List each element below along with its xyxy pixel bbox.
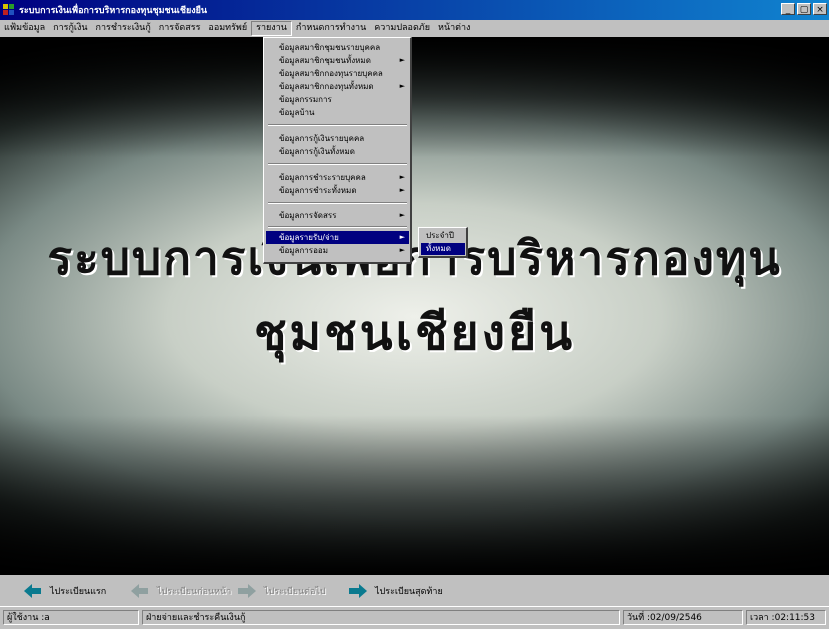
report-item-label: ข้อมูลกรรมการ: [279, 95, 332, 104]
report-item-loan-individual[interactable]: ข้อมูลการกู้เงินรายบุคคล: [266, 132, 409, 145]
arrow-right-icon: [238, 584, 256, 598]
main-canvas: ระบบการเงินเพื่อการบริหารกองทุน ชุมชนเชี…: [0, 37, 829, 575]
menu-separator: [268, 202, 407, 204]
menu-security[interactable]: ความปลอดภัย: [370, 21, 434, 36]
submenu-arrow-icon: ►: [399, 246, 405, 254]
title-bar: ระบบการเงินเพื่อการบริหารกองทุนชุมชนเชีย…: [0, 0, 829, 20]
submenu-arrow-icon: ►: [399, 82, 405, 90]
canvas-shade-top: [0, 37, 829, 157]
report-item-label: ข้อมูลสมาชิกกองทุนทั้งหมด: [279, 82, 374, 91]
submenu-arrow-icon: ►: [399, 186, 405, 194]
first-record-label: ไประเบียนแรก: [50, 587, 107, 597]
income-expense-submenu: ประจำปี ทั้งหมด: [418, 227, 468, 258]
report-item-house[interactable]: ข้อมูลบ้าน: [266, 106, 409, 119]
report-item-loan-all[interactable]: ข้อมูลการกู้เงินทั้งหมด: [266, 145, 409, 158]
canvas-shade-bottom: [0, 415, 829, 575]
last-record-label: ไประเบียนสุดท้าย: [375, 587, 443, 597]
report-item-fund-member-individual[interactable]: ข้อมูลสมาชิกกองทุนรายบุคคล: [266, 67, 409, 80]
report-item-label: ข้อมูลสมาชิกกองทุนรายบุคคล: [279, 69, 383, 78]
report-item-community-member-individual[interactable]: ข้อมูลสมาชิกชุมชนรายบุคคล: [266, 41, 409, 54]
report-item-allocation[interactable]: ข้อมูลการจัดสรร ►: [266, 209, 409, 222]
next-record-label: ไประเบียนต่อไป: [264, 587, 326, 597]
menu-repayment[interactable]: การชำระเงินกู้: [92, 21, 155, 36]
maximize-button[interactable]: ▢: [797, 3, 811, 15]
previous-record-button[interactable]: ไประเบียนก่อนหน้า: [131, 581, 231, 601]
report-item-payment-individual[interactable]: ข้อมูลการชำระรายบุคคล ►: [266, 171, 409, 184]
app-icon[interactable]: [3, 4, 15, 16]
arrow-left-icon: [131, 584, 149, 598]
report-item-community-member-all[interactable]: ข้อมูลสมาชิกชุมชนทั้งหมด ►: [266, 54, 409, 67]
submenu-arrow-icon: ►: [399, 56, 405, 64]
minimize-button[interactable]: _: [781, 3, 795, 15]
menu-schedule[interactable]: กำหนดการทำงาน: [292, 21, 370, 36]
banner-title-line2: ชุมชนเชียงยืน: [253, 305, 576, 361]
menu-file[interactable]: แฟ้มข้อมูล: [0, 21, 49, 36]
report-item-label: ข้อมูลการกู้เงินรายบุคคล: [279, 134, 365, 143]
menu-allocation[interactable]: การจัดสรร: [155, 21, 205, 36]
window-title: ระบบการเงินเพื่อการบริหารกองทุนชุมชนเชีย…: [19, 6, 208, 16]
report-item-label: ข้อมูลการกู้เงินทั้งหมด: [279, 147, 355, 156]
submenu-arrow-icon: ►: [399, 211, 405, 219]
menu-savings[interactable]: ออมทรัพย์: [204, 21, 251, 36]
menu-window[interactable]: หน้าต่าง: [434, 21, 474, 36]
report-item-label: ข้อมูลการจัดสรร: [279, 211, 337, 220]
last-record-button[interactable]: ไประเบียนสุดท้าย: [349, 581, 443, 601]
first-record-button[interactable]: ไประเบียนแรก: [24, 581, 106, 601]
report-item-label: ข้อมูลการชำระทั้งหมด: [279, 186, 357, 195]
submenu-item-annual[interactable]: ประจำปี: [421, 230, 465, 242]
submenu-arrow-icon: ►: [399, 173, 405, 181]
report-item-label: ข้อมูลการออม: [279, 246, 328, 255]
status-time: เวลา :02:11:53: [746, 610, 826, 625]
status-module: ฝ่ายจ่ายและชำระคืนเงินกู้: [142, 610, 620, 625]
status-date: วันที่ :02/09/2546: [623, 610, 743, 625]
report-item-payment-all[interactable]: ข้อมูลการชำระทั้งหมด ►: [266, 184, 409, 197]
submenu-arrow-icon: ►: [399, 233, 405, 241]
report-item-label: ข้อมูลรายรับ/จ่าย: [279, 233, 339, 242]
next-record-button[interactable]: ไประเบียนต่อไป: [238, 581, 326, 601]
record-navigation-bar: ไประเบียนแรก ไประเบียนก่อนหน้า ไประเบียน…: [0, 575, 829, 606]
arrow-left-icon: [24, 584, 42, 598]
report-item-committee[interactable]: ข้อมูลกรรมการ: [266, 93, 409, 106]
menu-separator: [268, 163, 407, 165]
arrow-right-icon: [349, 584, 367, 598]
report-item-savings[interactable]: ข้อมูลการออม ►: [266, 244, 409, 257]
menu-bar: แฟ้มข้อมูล การกู้เงิน การชำระเงินกู้ การ…: [0, 20, 829, 37]
report-item-label: ข้อมูลบ้าน: [279, 108, 315, 117]
status-bar: ผู้ใช้งาน :a ฝ่ายจ่ายและชำระคืนเงินกู้ ว…: [0, 606, 829, 629]
menu-report[interactable]: รายงาน: [251, 21, 292, 36]
menu-separator: [268, 226, 407, 228]
previous-record-label: ไประเบียนก่อนหน้า: [157, 587, 232, 597]
status-user: ผู้ใช้งาน :a: [3, 610, 139, 625]
submenu-item-all[interactable]: ทั้งหมด: [421, 243, 465, 255]
report-item-label: ข้อมูลการชำระรายบุคคล: [279, 173, 366, 182]
report-item-label: ข้อมูลสมาชิกชุมชนรายบุคคล: [279, 43, 381, 52]
report-item-label: ข้อมูลสมาชิกชุมชนทั้งหมด: [279, 56, 371, 65]
menu-loan[interactable]: การกู้เงิน: [49, 21, 91, 36]
report-dropdown-menu: ข้อมูลสมาชิกชุมชนรายบุคคล ข้อมูลสมาชิกชุ…: [263, 37, 412, 264]
banner-title-line1: ระบบการเงินเพื่อการบริหารกองทุน: [47, 231, 782, 285]
menu-separator: [268, 124, 407, 126]
report-item-fund-member-all[interactable]: ข้อมูลสมาชิกกองทุนทั้งหมด ►: [266, 80, 409, 93]
report-item-income-expense[interactable]: ข้อมูลรายรับ/จ่าย ►: [266, 231, 409, 244]
close-button[interactable]: ×: [813, 3, 827, 15]
